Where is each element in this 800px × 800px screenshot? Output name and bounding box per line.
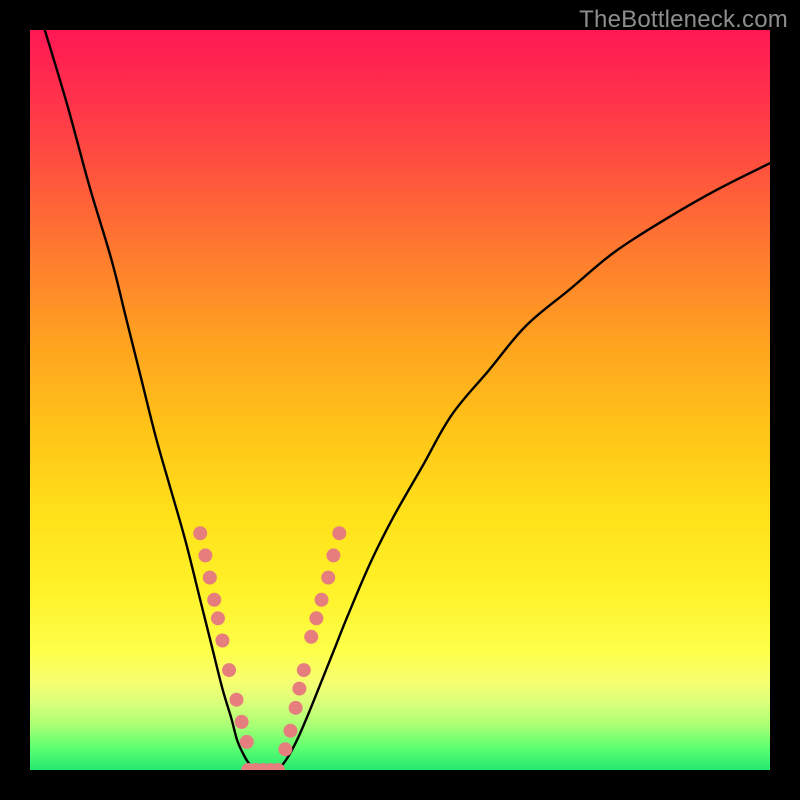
cluster-dot	[198, 548, 212, 562]
curve-group	[45, 30, 770, 770]
cluster-dot	[215, 634, 229, 648]
cluster-dot	[304, 630, 318, 644]
cluster-dot	[326, 548, 340, 562]
right-curve	[274, 163, 770, 770]
cluster-dot	[241, 763, 255, 770]
cluster-dot	[297, 663, 311, 677]
cluster-dot	[264, 763, 278, 770]
cluster-dot	[289, 701, 303, 715]
cluster-dot	[249, 763, 263, 770]
cluster-dot	[332, 526, 346, 540]
cluster-dot	[278, 742, 292, 756]
cluster-dot	[292, 682, 306, 696]
cluster-dot	[283, 724, 297, 738]
cluster-dot	[207, 593, 221, 607]
cluster-dot	[271, 763, 285, 770]
cluster-dot	[203, 571, 217, 585]
cluster-dot	[235, 715, 249, 729]
cluster-dot	[315, 593, 329, 607]
cluster-dot	[193, 526, 207, 540]
chart-plot-area	[30, 30, 770, 770]
cluster-dot	[309, 611, 323, 625]
cluster-dot	[321, 571, 335, 585]
marker-group	[193, 526, 346, 770]
cluster-dot	[229, 693, 243, 707]
chart-svg-layer	[30, 30, 770, 770]
cluster-dot	[211, 611, 225, 625]
left-curve	[45, 30, 260, 770]
cluster-dot	[240, 735, 254, 749]
cluster-dot	[256, 763, 270, 770]
cluster-dot	[222, 663, 236, 677]
chart-frame: TheBottleneck.com	[0, 0, 800, 800]
